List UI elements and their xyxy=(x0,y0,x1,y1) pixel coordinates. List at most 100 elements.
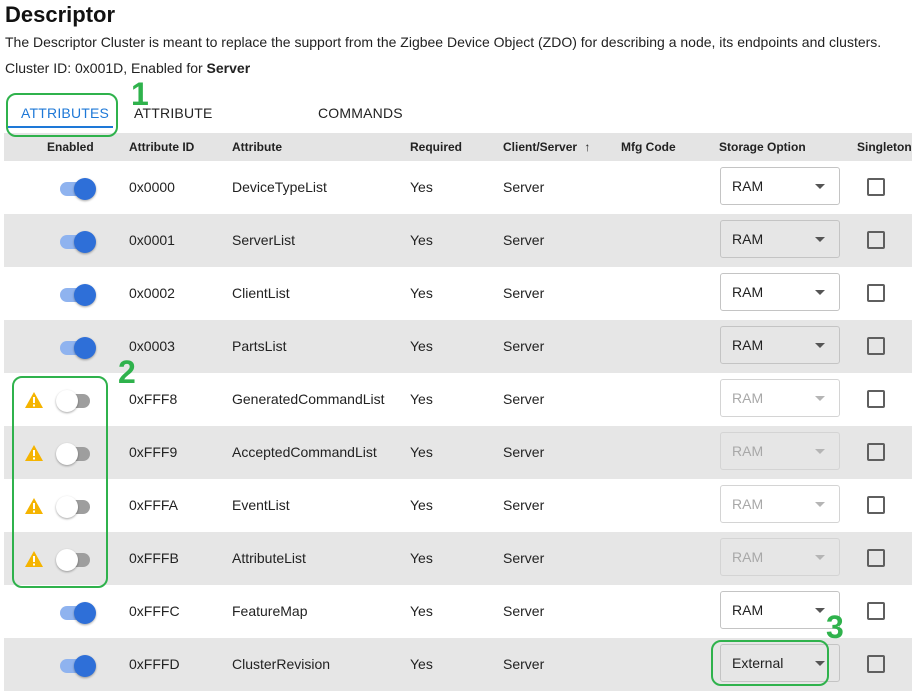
required-cell: Yes xyxy=(410,285,433,301)
client-server-label: Client/Server xyxy=(503,140,578,154)
required-cell: Yes xyxy=(410,232,433,248)
table-row: 0x0001 ServerList Yes Server RAM xyxy=(4,214,912,267)
attribute-id-cell: 0xFFFC xyxy=(129,603,180,619)
table-row: 0x0000 DeviceTypeList Yes Server RAM xyxy=(4,161,912,214)
storage-option-select[interactable]: RAM xyxy=(720,591,840,629)
attribute-id-cell: 0x0000 xyxy=(129,179,175,195)
singleton-checkbox[interactable] xyxy=(867,390,885,408)
storage-option-select: RAM xyxy=(720,485,840,523)
client-server-cell: Server xyxy=(503,338,545,354)
enabled-toggle[interactable] xyxy=(58,231,96,253)
column-header-enabled: Enabled xyxy=(47,140,94,154)
attribute-name-cell: ServerList xyxy=(232,232,296,248)
storage-option-value: RAM xyxy=(732,178,764,194)
toggle-thumb xyxy=(74,655,96,677)
required-cell: Yes xyxy=(410,179,433,195)
table-row: 0xFFFB AttributeList Yes Server RAM xyxy=(4,532,912,585)
storage-option-select[interactable]: RAM xyxy=(720,326,840,364)
annotation-label-1: 1 xyxy=(131,76,149,112)
cluster-description: The Descriptor Cluster is meant to repla… xyxy=(5,34,882,50)
storage-option-value: RAM xyxy=(732,496,764,512)
table-row: 0x0002 ClientList Yes Server RAM xyxy=(4,267,912,320)
attribute-name-cell: ClientList xyxy=(232,285,290,301)
annotation-label-2: 2 xyxy=(118,354,136,390)
singleton-checkbox[interactable] xyxy=(867,337,885,355)
page-title: Descriptor xyxy=(5,2,116,27)
attribute-name-cell: GeneratedCommandList xyxy=(232,391,385,407)
storage-option-select[interactable]: RAM xyxy=(720,167,840,205)
column-header-required[interactable]: Required xyxy=(410,133,462,161)
enabled-toggle[interactable] xyxy=(58,337,96,359)
storage-option-select: RAM xyxy=(720,538,840,576)
singleton-checkbox[interactable] xyxy=(867,443,885,461)
tab-commands[interactable]: COMMANDS xyxy=(318,98,403,128)
client-server-cell: Server xyxy=(503,391,545,407)
singleton-checkbox[interactable] xyxy=(867,284,885,302)
required-cell: Yes xyxy=(410,444,433,460)
attribute-id-cell: 0x0001 xyxy=(129,232,175,248)
client-server-cell: Server xyxy=(503,550,545,566)
singleton-checkbox[interactable] xyxy=(867,496,885,514)
column-header-client-server[interactable]: Client/Server ↑ xyxy=(503,133,590,161)
annotation-box-tab xyxy=(6,93,118,137)
attribute-name-cell: PartsList xyxy=(232,338,287,354)
attribute-id-cell: 0xFFF9 xyxy=(129,444,178,460)
chevron-down-icon xyxy=(815,290,825,295)
storage-option-value: RAM xyxy=(732,602,764,618)
enabled-toggle[interactable] xyxy=(58,655,96,677)
client-server-cell: Server xyxy=(503,656,545,672)
required-cell: Yes xyxy=(410,656,433,672)
singleton-checkbox[interactable] xyxy=(867,655,885,673)
column-header-mfg-code[interactable]: Mfg Code xyxy=(621,133,676,161)
column-header-singleton[interactable]: Singleton xyxy=(857,133,912,161)
chevron-down-icon xyxy=(815,555,825,560)
storage-option-select: RAM xyxy=(720,432,840,470)
attribute-name-cell: AcceptedCommandList xyxy=(232,444,377,460)
client-server-cell: Server xyxy=(503,603,545,619)
attribute-id-cell: 0xFFFB xyxy=(129,550,179,566)
attribute-name-cell: DeviceTypeList xyxy=(232,179,327,195)
required-cell: Yes xyxy=(410,338,433,354)
singleton-checkbox[interactable] xyxy=(867,549,885,567)
annotation-label-3: 3 xyxy=(826,609,844,645)
storage-option-value: RAM xyxy=(732,390,764,406)
client-server-cell: Server xyxy=(503,497,545,513)
enabled-toggle[interactable] xyxy=(58,602,96,624)
required-cell: Yes xyxy=(410,497,433,513)
toggle-thumb xyxy=(74,284,96,306)
column-header-attribute-id[interactable]: Attribute ID xyxy=(129,133,194,161)
sort-ascending-icon: ↑ xyxy=(584,140,591,154)
cluster-info: Cluster ID: 0x001D, Enabled for Server xyxy=(5,60,250,76)
column-header-attribute[interactable]: Attribute xyxy=(232,133,282,161)
attribute-name-cell: EventList xyxy=(232,497,290,513)
storage-option-select: RAM xyxy=(720,379,840,417)
table-row: 0x0003 PartsList Yes Server RAM xyxy=(4,320,912,373)
storage-option-select[interactable]: RAM xyxy=(720,273,840,311)
client-server-cell: Server xyxy=(503,285,545,301)
storage-option-value: RAM xyxy=(732,443,764,459)
enabled-toggle[interactable] xyxy=(58,284,96,306)
table-header: Enabled Attribute ID Attribute Required … xyxy=(4,133,912,161)
chevron-down-icon xyxy=(815,502,825,507)
storage-option-value: RAM xyxy=(732,337,764,353)
attribute-id-cell: 0xFFF8 xyxy=(129,391,178,407)
chevron-down-icon xyxy=(815,237,825,242)
attribute-id-cell: 0x0002 xyxy=(129,285,175,301)
client-server-cell: Server xyxy=(503,179,545,195)
singleton-checkbox[interactable] xyxy=(867,602,885,620)
toggle-thumb xyxy=(74,337,96,359)
singleton-checkbox[interactable] xyxy=(867,178,885,196)
attribute-id-cell: 0xFFFD xyxy=(129,656,180,672)
toggle-thumb xyxy=(74,178,96,200)
table-row: 0xFFF8 GeneratedCommandList Yes Server RAM xyxy=(4,373,912,426)
storage-option-select[interactable]: RAM xyxy=(720,220,840,258)
client-server-cell: Server xyxy=(503,232,545,248)
required-cell: Yes xyxy=(410,603,433,619)
toggle-thumb xyxy=(74,231,96,253)
singleton-checkbox[interactable] xyxy=(867,231,885,249)
chevron-down-icon xyxy=(815,396,825,401)
required-cell: Yes xyxy=(410,391,433,407)
column-header-storage-option[interactable]: Storage Option xyxy=(719,133,806,161)
chevron-down-icon xyxy=(815,608,825,613)
enabled-toggle[interactable] xyxy=(58,178,96,200)
